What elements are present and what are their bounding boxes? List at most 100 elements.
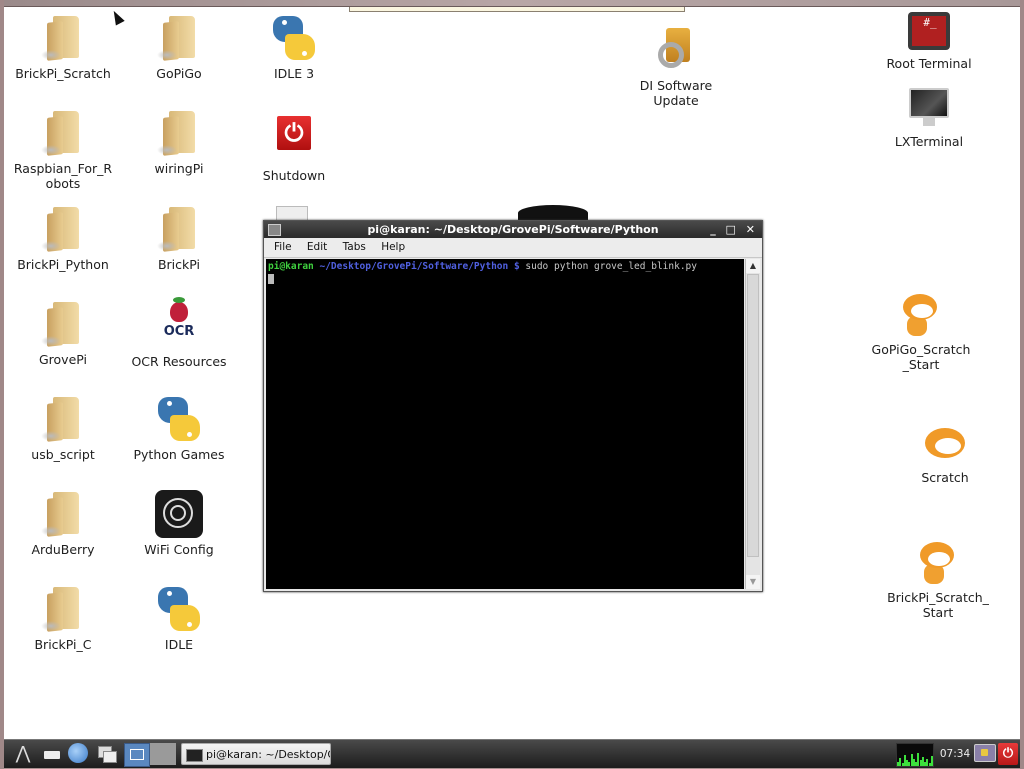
desktop-icon-scratch[interactable]: Scratch bbox=[890, 418, 1000, 485]
raspberry-ocr-icon: OCR bbox=[155, 297, 203, 350]
folder-icon bbox=[155, 109, 203, 157]
file-manager-launcher[interactable] bbox=[44, 743, 64, 765]
icon-label: BrickPi_Scratch_Start bbox=[887, 590, 989, 620]
menu-edit[interactable]: Edit bbox=[307, 241, 327, 253]
hidden-panel-strip bbox=[349, 7, 685, 12]
icon-label: GoPiGo bbox=[156, 66, 202, 81]
desktop-icon-brickpi[interactable]: BrickPi bbox=[124, 205, 234, 272]
icon-label: BrickPi bbox=[157, 257, 201, 272]
globe-icon bbox=[68, 743, 88, 763]
task-label: pi@karan: ~/Desktop/G... bbox=[206, 748, 330, 761]
icon-label: Root Terminal bbox=[886, 56, 972, 71]
desktop-icon-lxterminal[interactable]: LXTerminal bbox=[874, 86, 984, 149]
icon-label: Shutdown bbox=[262, 168, 326, 183]
close-button[interactable]: ✕ bbox=[746, 223, 758, 236]
folder-icon bbox=[39, 395, 87, 443]
icon-label: Raspbian_For_Robots bbox=[13, 161, 113, 191]
terminal-icon bbox=[186, 749, 203, 762]
desktop-icon-arduberry[interactable]: ArduBerry bbox=[8, 490, 118, 557]
desktop-icon-wiringpi[interactable]: wiringPi bbox=[124, 109, 234, 176]
icon-label: IDLE bbox=[164, 637, 194, 652]
scratch-icon-partial[interactable] bbox=[518, 205, 588, 221]
python-icon bbox=[270, 14, 318, 62]
desktop-icon-gopigo[interactable]: GoPiGo bbox=[124, 14, 234, 81]
minimize-button[interactable]: _ bbox=[710, 223, 719, 236]
cpu-monitor bbox=[896, 743, 934, 767]
power-icon: ⏻ bbox=[277, 116, 311, 150]
maximize-button[interactable]: □ bbox=[726, 223, 739, 236]
software-update-icon bbox=[652, 26, 700, 74]
icon-label: IDLE 3 bbox=[273, 66, 315, 81]
icon-label: usb_script bbox=[31, 447, 95, 462]
desktop-icon-raspbian-for-robots[interactable]: Raspbian_For_Robots bbox=[8, 109, 118, 191]
desktop-icon-python-games[interactable]: Python Games bbox=[124, 395, 234, 462]
folder-icon bbox=[155, 205, 203, 253]
icon-label: GoPiGo_Scratch_Start bbox=[871, 342, 971, 372]
icon-label: BrickPi_Python bbox=[17, 257, 109, 272]
menu-file[interactable]: File bbox=[274, 241, 292, 253]
file-manager-icon bbox=[44, 751, 60, 759]
scratch-cat-icon bbox=[921, 418, 969, 466]
folder-icon bbox=[39, 490, 87, 538]
desktop-icon-brickpi-c[interactable]: BrickPi_C bbox=[8, 585, 118, 652]
icon-label: WiFi Config bbox=[144, 542, 214, 557]
icon-label: OCR Resources bbox=[131, 354, 227, 369]
text-cursor bbox=[268, 273, 274, 284]
vertical-scrollbar[interactable]: ▲ ▼ bbox=[745, 259, 760, 589]
desktop-icon-brickpi-scratch-start[interactable]: BrickPi_Scratch_Start bbox=[883, 538, 993, 620]
icon-label: BrickPi_C bbox=[34, 637, 92, 652]
logout-button[interactable]: ⏻ bbox=[998, 743, 1018, 765]
desktop-icon-di-software-update[interactable]: DI Software Update bbox=[621, 26, 731, 108]
folder-icon bbox=[39, 585, 87, 633]
web-browser-launcher[interactable] bbox=[68, 743, 90, 765]
icon-label: LXTerminal bbox=[894, 134, 964, 149]
desktop-icon-grovepi[interactable]: GrovePi bbox=[8, 300, 118, 367]
folder-icon bbox=[155, 14, 203, 62]
wifi-icon bbox=[155, 490, 203, 538]
icon-label: DI Software Update bbox=[639, 78, 713, 108]
window-titlebar[interactable]: pi@karan: ~/Desktop/GrovePi/Software/Pyt… bbox=[264, 221, 762, 238]
scroll-up-button[interactable]: ▲ bbox=[746, 259, 760, 273]
folder-icon bbox=[39, 14, 87, 62]
folder-icon bbox=[39, 300, 87, 348]
workspace-1[interactable] bbox=[124, 743, 150, 767]
window-title: pi@karan: ~/Desktop/GrovePi/Software/Pyt… bbox=[367, 223, 659, 236]
menu-bar: File Edit Tabs Help bbox=[264, 238, 762, 258]
scratch-cat-icon bbox=[897, 290, 945, 338]
clock[interactable]: 07:34 bbox=[938, 743, 972, 765]
workspace-2[interactable] bbox=[150, 743, 176, 765]
document-icon[interactable] bbox=[276, 206, 308, 221]
icon-label: BrickPi_Scratch bbox=[15, 66, 111, 81]
screen-frame-right bbox=[1020, 0, 1024, 769]
desktop-icon-brickpi-python[interactable]: BrickPi_Python bbox=[8, 205, 118, 272]
desktop-icon-idle3[interactable]: IDLE 3 bbox=[239, 14, 349, 81]
prompt-user: pi@karan bbox=[268, 261, 314, 272]
window-menu-icon[interactable] bbox=[268, 224, 281, 236]
desktop-icon-ocr-resources[interactable]: OCR OCR Resources bbox=[124, 297, 234, 369]
scrollbar-thumb[interactable] bbox=[747, 274, 759, 557]
desktop-icon-shutdown[interactable]: ⏻ Shutdown bbox=[239, 109, 349, 183]
terminal-window[interactable]: pi@karan: ~/Desktop/GrovePi/Software/Pyt… bbox=[263, 220, 763, 592]
icon-label: Scratch bbox=[921, 470, 969, 485]
desktop-icon-brickpi-scratch[interactable]: BrickPi_Scratch bbox=[8, 14, 118, 81]
icon-label: GrovePi bbox=[38, 352, 88, 367]
scroll-down-button[interactable]: ▼ bbox=[746, 575, 760, 589]
desktop-icon-wifi-config[interactable]: WiFi Config bbox=[124, 490, 234, 557]
icon-label: Python Games bbox=[133, 447, 225, 462]
python-icon bbox=[155, 585, 203, 633]
scratch-cat-icon bbox=[914, 538, 962, 586]
show-desktop-button[interactable] bbox=[96, 743, 118, 765]
menu-help[interactable]: Help bbox=[381, 241, 405, 253]
taskbar-window-terminal[interactable]: pi@karan: ~/Desktop/G... bbox=[181, 743, 331, 765]
start-menu-button[interactable]: ⋀ bbox=[8, 743, 38, 765]
command-text: sudo python grove_led_blink.py bbox=[519, 261, 697, 272]
prompt-path: ~/Desktop/GrovePi/Software/Python $ bbox=[313, 261, 520, 272]
lock-icon bbox=[974, 744, 996, 762]
lock-screen-button[interactable] bbox=[974, 743, 996, 765]
menu-tabs[interactable]: Tabs bbox=[343, 241, 366, 253]
desktop-icon-root-terminal[interactable]: #_ Root Terminal bbox=[874, 8, 984, 71]
desktop-icon-idle[interactable]: IDLE bbox=[124, 585, 234, 652]
terminal-output[interactable]: pi@karan ~/Desktop/GrovePi/Software/Pyth… bbox=[266, 259, 744, 589]
desktop-icon-gopigo-scratch-start[interactable]: GoPiGo_Scratch_Start bbox=[866, 290, 976, 372]
desktop-icon-usb-script[interactable]: usb_script bbox=[8, 395, 118, 462]
